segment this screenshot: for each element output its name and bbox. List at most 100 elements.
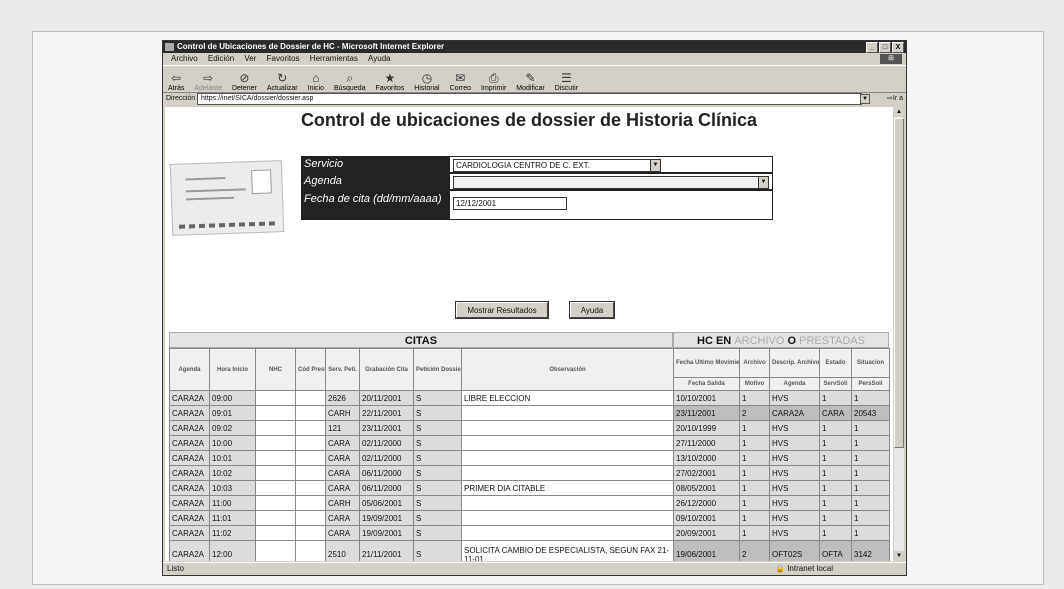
table-cell: 05/06/2001 bbox=[359, 495, 414, 511]
forward-icon: ⇨ bbox=[203, 71, 214, 85]
col-peticion: Petición Dossier bbox=[413, 348, 462, 391]
menu-archivo[interactable]: Archivo bbox=[171, 54, 198, 63]
search-icon: ⌕ bbox=[346, 71, 354, 85]
scroll-up-icon[interactable]: ▲ bbox=[894, 107, 904, 117]
print-icon: ⎙ bbox=[488, 71, 499, 85]
address-input[interactable]: https://inet/SICA/dossier/dossier.asp bbox=[197, 93, 862, 105]
table-cell: 11:02 bbox=[209, 525, 256, 541]
table-cell: S bbox=[413, 510, 462, 526]
servicio-select[interactable]: CARDIOLOGIA CENTRO DE C. EXT. ▼ bbox=[453, 159, 661, 172]
table-cell: 20/10/1999 bbox=[673, 420, 740, 436]
help-button[interactable]: Ayuda bbox=[569, 301, 615, 319]
table-cell: 2 bbox=[739, 405, 770, 421]
close-button[interactable]: X bbox=[892, 42, 904, 53]
table-cell: 121 bbox=[325, 420, 360, 436]
table-cell: 22/11/2001 bbox=[359, 405, 414, 421]
menu-edicion[interactable]: Edición bbox=[208, 54, 234, 63]
windows-logo: ⊞ bbox=[880, 54, 902, 64]
table-cell bbox=[295, 510, 326, 526]
table-cell: S bbox=[413, 525, 462, 541]
table-cell: CARH bbox=[325, 495, 360, 511]
home-button[interactable]: ⌂ Inicio bbox=[308, 71, 324, 92]
refresh-icon: ↻ bbox=[277, 71, 288, 85]
table-cell: 10:02 bbox=[209, 465, 256, 481]
table-cell: 2 bbox=[739, 540, 770, 561]
show-results-button[interactable]: Mostrar Resultados bbox=[455, 301, 549, 319]
table-cell: 08/05/2001 bbox=[673, 480, 740, 496]
table-cell: HVS bbox=[769, 480, 820, 496]
agenda-select[interactable]: ▼ bbox=[453, 176, 769, 189]
history-icon: ◷ bbox=[421, 71, 433, 85]
go-button[interactable]: ⇨Ir a bbox=[887, 92, 903, 105]
table-cell: 11:00 bbox=[209, 495, 256, 511]
address-dropdown[interactable]: ▼ bbox=[860, 94, 870, 104]
discuss-button[interactable]: ☰ Discutir bbox=[555, 71, 578, 92]
search-button[interactable]: ⌕ Búsqueda bbox=[334, 71, 366, 92]
citas-header: CITAS bbox=[169, 332, 673, 348]
agenda-label: Agenda bbox=[301, 173, 449, 190]
table-cell: HVS bbox=[769, 450, 820, 466]
scroll-thumb[interactable] bbox=[894, 118, 904, 448]
table-cell bbox=[295, 435, 326, 451]
table-cell: CARA bbox=[325, 450, 360, 466]
table-cell: 2626 bbox=[325, 390, 360, 406]
table-row: CARA2A 10:01 CARA 02/11/2000 S 13/10/2000 1 HVS… bbox=[169, 450, 890, 466]
table-cell bbox=[461, 510, 674, 526]
table-cell: 09:00 bbox=[209, 390, 256, 406]
col-fecha-mov: Fecha Ultimo Movimiento bbox=[673, 348, 740, 378]
minimize-button[interactable]: _ bbox=[866, 42, 878, 53]
table-cell: 09:02 bbox=[209, 420, 256, 436]
edit-button[interactable]: ✎ Modificar bbox=[516, 71, 544, 92]
table-cell: 23/11/2001 bbox=[359, 420, 414, 436]
col-serv: Serv. Peti. bbox=[325, 348, 360, 391]
forward-button[interactable]: ⇨ Adelante bbox=[194, 71, 222, 92]
table-cell: 20543 bbox=[851, 405, 890, 421]
sub-servsoli: ServSoli bbox=[819, 377, 852, 391]
table-cell: CARA bbox=[325, 465, 360, 481]
table-cell: 2510 bbox=[325, 540, 360, 561]
menu-ver[interactable]: Ver bbox=[244, 54, 256, 63]
servicio-field: CARDIOLOGIA CENTRO DE C. EXT. ▼ bbox=[449, 156, 773, 173]
table-cell: CARA2A bbox=[169, 480, 210, 496]
table-cell: CARA bbox=[325, 525, 360, 541]
favorites-button[interactable]: ★ Favoritos bbox=[376, 71, 405, 92]
history-button[interactable]: ◷ Historial bbox=[414, 71, 439, 92]
table-cell: CARA bbox=[325, 510, 360, 526]
menu-herramientas[interactable]: Herramientas bbox=[310, 54, 358, 63]
table-body: CARA2A 09:00 2626 20/11/2001 S LIBRE ELECCION… bbox=[169, 390, 890, 561]
table-cell: 10/10/2001 bbox=[673, 390, 740, 406]
dossier-image bbox=[169, 160, 285, 236]
mail-button[interactable]: ✉ Correo bbox=[450, 71, 471, 92]
table-cell bbox=[255, 510, 296, 526]
table-cell bbox=[255, 450, 296, 466]
title-bar: Control de Ubicaciones de Dossier de HC … bbox=[163, 41, 906, 53]
col-cod-prest: Cód Prest bbox=[295, 348, 326, 391]
table-cell: 1 bbox=[739, 435, 770, 451]
refresh-button[interactable]: ↻ Actualizar bbox=[267, 71, 298, 92]
table-cell bbox=[295, 405, 326, 421]
table-cell: 10:01 bbox=[209, 450, 256, 466]
table-cell: 23/11/2001 bbox=[673, 405, 740, 421]
vertical-scrollbar[interactable]: ▲ ▼ bbox=[894, 107, 904, 561]
table-cell bbox=[255, 495, 296, 511]
print-button[interactable]: ⎙ Imprimir bbox=[481, 71, 506, 92]
table-cell bbox=[295, 480, 326, 496]
table-cell bbox=[295, 495, 326, 511]
table-cell: 1 bbox=[819, 435, 852, 451]
stop-button[interactable]: ⊘ Detener bbox=[232, 71, 257, 92]
maximize-button[interactable]: □ bbox=[879, 42, 891, 53]
table-cell: CARA2A bbox=[169, 495, 210, 511]
table-cell: 1 bbox=[819, 525, 852, 541]
fecha-input[interactable]: 12/12/2001 bbox=[453, 197, 567, 210]
table-row: CARA2A 09:01 CARH 22/11/2001 S 23/11/2001 2 CAR… bbox=[169, 405, 890, 421]
scroll-down-icon[interactable]: ▼ bbox=[894, 551, 904, 561]
table-cell: 1 bbox=[739, 480, 770, 496]
browser-window: Control de Ubicaciones de Dossier de HC … bbox=[162, 40, 907, 576]
table-cell: CARA2A bbox=[169, 435, 210, 451]
menu-favoritos[interactable]: Favoritos bbox=[267, 54, 300, 63]
table-cell: SOLICITA CAMBIO DE ESPECIALISTA, SEGUN F… bbox=[461, 540, 674, 561]
back-button[interactable]: ⇦ Atrás bbox=[168, 71, 184, 92]
table-cell: 1 bbox=[851, 420, 890, 436]
sub-agenda: Agenda bbox=[769, 377, 820, 391]
menu-ayuda[interactable]: Ayuda bbox=[368, 54, 391, 63]
